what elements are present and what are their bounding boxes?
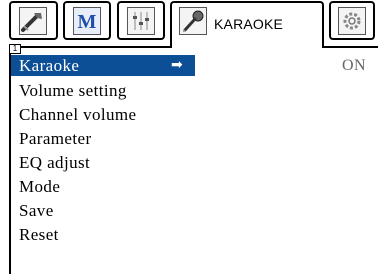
- wrench-icon: [19, 7, 47, 35]
- audio-panel-icon: [127, 7, 155, 35]
- menu-item-karaoke[interactable]: Karaoke ➡ ON: [11, 55, 366, 76]
- tab-tools[interactable]: [9, 1, 58, 40]
- menu-item-label: EQ adjust: [19, 153, 91, 172]
- tab-divider: [9, 46, 172, 48]
- karaoke-value: ON: [342, 57, 366, 74]
- microphone-icon: [179, 7, 207, 35]
- m-logo-icon: M: [73, 7, 101, 35]
- arrow-right-icon: ➡: [171, 58, 184, 73]
- tab-settings[interactable]: [329, 1, 375, 40]
- menu-item-eq-adjust[interactable]: EQ adjust: [11, 151, 378, 175]
- menu-item-volume-setting[interactable]: Volume setting: [11, 79, 378, 103]
- menu-item-mode[interactable]: Mode: [11, 175, 378, 199]
- menu-item-label: Karaoke: [19, 56, 80, 75]
- page-number: 1: [9, 44, 21, 54]
- karaoke-menu: Karaoke ➡ ON Volume setting Channel volu…: [11, 55, 378, 247]
- menu-item-label: Volume setting: [19, 81, 127, 100]
- menu-item-label: Parameter: [19, 129, 92, 148]
- menu-item-label: Channel volume: [19, 105, 137, 124]
- svg-text:M: M: [78, 11, 97, 33]
- tab-karaoke-label: KARAOKE: [214, 16, 284, 32]
- menu-item-label: Save: [19, 201, 54, 220]
- menu-item-label: Mode: [19, 177, 61, 196]
- menu-item-channel-volume[interactable]: Channel volume: [11, 103, 378, 127]
- tab-karaoke[interactable]: KARAOKE: [170, 1, 324, 48]
- tab-audio[interactable]: [117, 1, 165, 40]
- menu-item-reset[interactable]: Reset: [11, 223, 378, 247]
- tab-m[interactable]: M: [63, 1, 111, 40]
- tab-bar: M KARAOKE: [0, 0, 378, 48]
- menu-item-label: Reset: [19, 225, 59, 244]
- menu-item-parameter[interactable]: Parameter: [11, 127, 378, 151]
- tab-divider: [322, 46, 378, 48]
- menu-item-save[interactable]: Save: [11, 199, 378, 223]
- gear-icon: [338, 7, 366, 35]
